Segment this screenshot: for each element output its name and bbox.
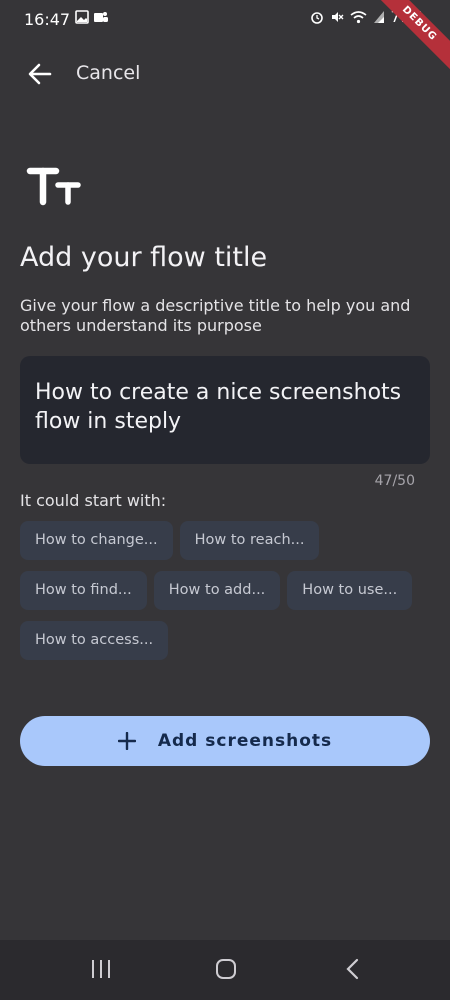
flow-title-input[interactable]: How to create a nice screenshots flow in…	[20, 356, 430, 464]
flow-title-value[interactable]: How to create a nice screenshots flow in…	[35, 378, 415, 436]
suggestion-chip[interactable]: How to use...	[287, 571, 413, 610]
suggestion-chip[interactable]: How to access...	[20, 621, 169, 660]
status-bar: 16:47 71%	[0, 0, 450, 34]
gallery-icon	[75, 10, 89, 24]
add-screenshots-button[interactable]: Add screenshots	[20, 716, 430, 766]
alarm-icon	[310, 12, 323, 24]
cancel-button[interactable]: Cancel	[76, 62, 140, 84]
add-screenshots-label: Add screenshots	[157, 731, 333, 751]
system-nav-bar	[0, 940, 450, 1000]
teams-icon	[94, 12, 108, 22]
recents-icon[interactable]	[90, 958, 112, 980]
suggestion-chip[interactable]: How to reach...	[179, 521, 320, 560]
page-title: Add your flow title	[20, 242, 268, 273]
back-arrow-icon[interactable]	[26, 60, 54, 88]
chip-row: How to find... How to add... How to use.…	[20, 571, 435, 610]
suggestions-label: It could start with:	[20, 491, 167, 510]
status-time: 16:47	[24, 10, 71, 29]
plus-icon	[117, 732, 136, 750]
character-counter: 47/50	[374, 473, 415, 489]
text-size-icon	[26, 167, 81, 206]
suggestion-chip[interactable]: How to find...	[20, 571, 147, 610]
chip-row: How to access...	[20, 621, 435, 660]
home-icon[interactable]	[215, 958, 237, 980]
back-nav-icon[interactable]	[344, 958, 362, 980]
mute-icon	[331, 12, 344, 22]
suggestion-chip[interactable]: How to change...	[20, 521, 173, 560]
signal-icon	[373, 11, 384, 23]
status-left-icons	[75, 10, 109, 24]
chip-row: How to change... How to reach...	[20, 521, 435, 560]
wifi-icon	[350, 11, 367, 24]
page-description: Give your flow a descriptive title to he…	[20, 296, 411, 335]
suggestion-chips: How to change... How to reach... How to …	[20, 521, 435, 671]
suggestion-chip[interactable]: How to add...	[153, 571, 281, 610]
